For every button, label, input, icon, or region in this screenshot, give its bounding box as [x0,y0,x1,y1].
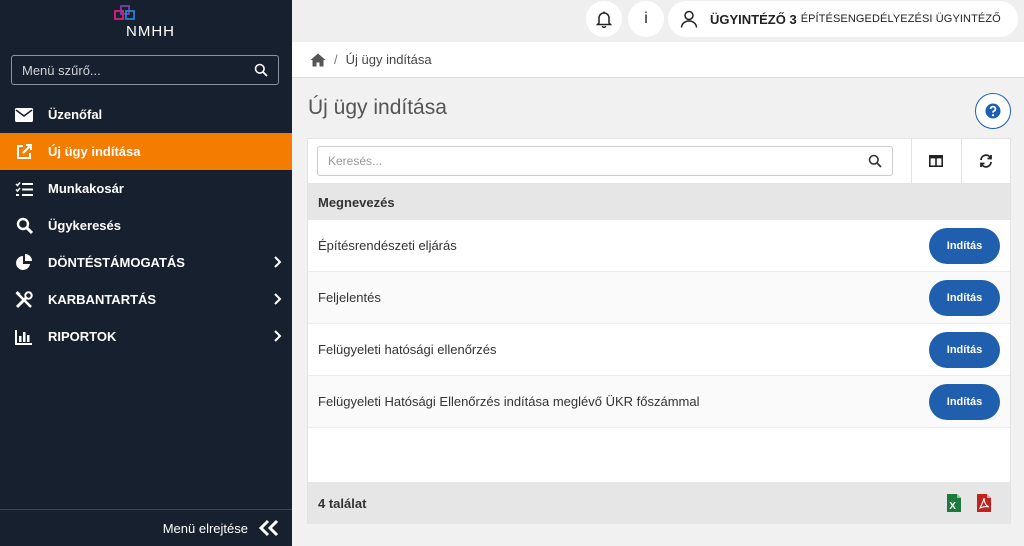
envelope-icon [14,106,34,124]
chevron-right-icon [274,293,282,305]
notifications-button[interactable] [586,1,622,37]
pdf-export-icon[interactable] [976,493,992,513]
column-toggle-button[interactable] [911,139,961,183]
sidebar-item-munkakosar[interactable]: Munkakosár [0,170,292,207]
sidebar-item-riportok[interactable]: RIPORTOK [0,318,292,355]
table-row: Építésrendészeti eljárás Indítás [308,220,1010,272]
breadcrumb-current: Új ügy indítása [345,52,432,67]
home-icon[interactable] [310,53,326,67]
question-circle-icon [985,103,1001,119]
double-chevron-left-icon [258,519,279,537]
start-case-button[interactable]: Indítás [929,227,1000,264]
collapse-menu-label: Menü elrejtése [162,520,248,536]
user-icon [680,10,698,28]
export-actions: X [946,493,992,513]
table-search-wrapper [308,139,911,183]
breadcrumb-separator: / [334,52,338,67]
sidebar: NMHH Üzenőfal Új ügy indítása Munkakosár… [0,0,292,546]
search-icon[interactable] [254,63,268,77]
result-count: 4 találat [318,495,367,511]
external-edit-icon [14,143,34,161]
table-footer: 4 találat X [308,482,1010,524]
search-icon[interactable] [868,154,882,168]
row-name: Feljelentés [318,290,381,305]
sidebar-item-uj-ugy-inditasa[interactable]: Új ügy indítása [0,133,292,170]
sidebar-item-karbantartas[interactable]: KARBANTARTÁS [0,281,292,318]
start-case-button[interactable]: Indítás [929,279,1000,316]
refresh-button[interactable] [960,139,1011,183]
sidebar-item-label: Munkakosár [48,181,124,196]
chevron-right-icon [274,330,282,342]
row-name: Építésrendészeti eljárás [318,238,457,253]
sidebar-item-label: RIPORTOK [48,329,117,344]
chevron-right-icon [274,256,282,268]
checklist-icon [14,180,34,198]
bar-chart-icon [14,328,34,346]
sidebar-item-ugykereses[interactable]: Ügykeresés [0,207,292,244]
row-name: Felügyeleti hatósági ellenőrzés [318,342,497,357]
table-row: Felügyeleti hatósági ellenőrzés Indítás [308,324,1010,376]
page-title: Új ügy indítása [308,96,447,119]
sidebar-item-uzenofal[interactable]: Üzenőfal [0,96,292,133]
menu-filter[interactable] [11,55,279,85]
sidebar-item-label: KARBANTARTÁS [48,292,157,307]
row-name: Felügyeleti Hatósági Ellenőrzés indítása… [318,394,700,409]
sidebar-item-donteststamogatas[interactable]: DÖNTÉSTÁMOGATÁS [0,244,292,281]
top-bar: i ÜGYINTÉZŐ 3 ÉPÍTÉSENGEDÉLYEZÉSI ÜGYINT… [292,0,1024,42]
menu-filter-input[interactable] [22,62,254,78]
collapse-menu-button[interactable]: Menü elrejtése [0,509,292,546]
svg-text:X: X [949,501,956,512]
table-row: Felügyeleti Hatósági Ellenőrzés indítása… [308,376,1010,428]
nmhh-logo[interactable]: NMHH [112,4,182,40]
columns-icon [929,155,944,167]
user-profile-button[interactable]: ÜGYINTÉZŐ 3 ÉPÍTÉSENGEDÉLYEZÉSI ÜGYINTÉZ… [668,1,1018,37]
user-role: ÜGYINTÉZŐ 3 [710,11,797,27]
refresh-icon [979,154,992,168]
sidebar-item-label: DÖNTÉSTÁMOGATÁS [48,255,185,270]
pie-chart-icon [14,253,34,272]
start-case-button[interactable]: Indítás [929,331,1000,368]
excel-export-icon[interactable]: X [946,493,962,513]
breadcrumb: / Új ügy indítása [292,42,1024,78]
table-search-input[interactable] [328,154,868,168]
svg-text:NMHH: NMHH [126,23,175,40]
user-department: ÉPÍTÉSENGEDÉLYEZÉSI ÜGYINTÉZŐ [800,13,1001,25]
column-header-megnevezes[interactable]: Megnevezés [308,184,1010,220]
table-row: Feljelentés Indítás [308,272,1010,324]
sidebar-item-label: Üzenőfal [48,107,103,122]
search-icon [14,217,34,235]
info-icon: i [644,10,648,27]
case-type-table: Megnevezés Építésrendészeti eljárás Indí… [307,138,1011,524]
bell-icon [596,11,612,28]
table-body: Építésrendészeti eljárás Indítás Feljele… [308,220,1010,428]
start-case-button[interactable]: Indítás [929,383,1000,420]
sidebar-menu: Üzenőfal Új ügy indítása Munkakosár Ügyk… [0,96,292,355]
help-button[interactable] [975,93,1011,129]
tools-icon [14,290,34,309]
sidebar-item-label: Új ügy indítása [48,144,141,159]
info-button[interactable]: i [628,1,664,37]
table-toolbar [308,139,1010,184]
sidebar-item-label: Ügykeresés [48,218,121,233]
table-search-box[interactable] [317,146,893,176]
